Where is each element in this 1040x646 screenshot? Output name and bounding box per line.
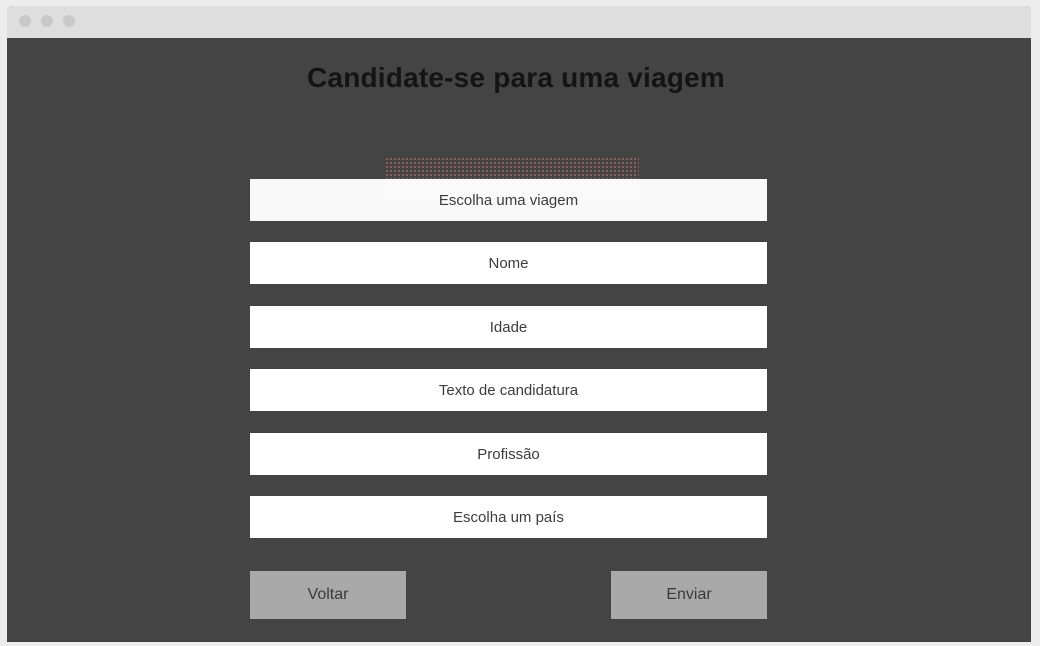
submit-button[interactable]: Enviar xyxy=(611,571,767,619)
page-title: Candidate-se para uma viagem xyxy=(307,62,725,93)
country-select-field[interactable]: Escolha um país xyxy=(250,496,767,538)
application-form-page: Candidate-se para uma viagem Escolha uma… xyxy=(7,38,1031,646)
name-field[interactable]: Nome xyxy=(250,242,767,284)
close-window-icon[interactable] xyxy=(19,15,31,27)
back-button[interactable]: Voltar xyxy=(250,571,406,619)
age-field[interactable]: Idade xyxy=(250,306,767,348)
profession-field[interactable]: Profissão xyxy=(250,433,767,475)
minimize-window-icon[interactable] xyxy=(41,15,53,27)
window-titlebar xyxy=(7,6,1031,38)
app-window: Candidate-se para uma viagem Escolha uma… xyxy=(7,6,1031,646)
application-text-field[interactable]: Texto de candidatura xyxy=(250,369,767,411)
trip-select-field[interactable]: Escolha uma viagem xyxy=(250,179,767,221)
window-bottom-edge xyxy=(7,642,1031,646)
maximize-window-icon[interactable] xyxy=(63,15,75,27)
